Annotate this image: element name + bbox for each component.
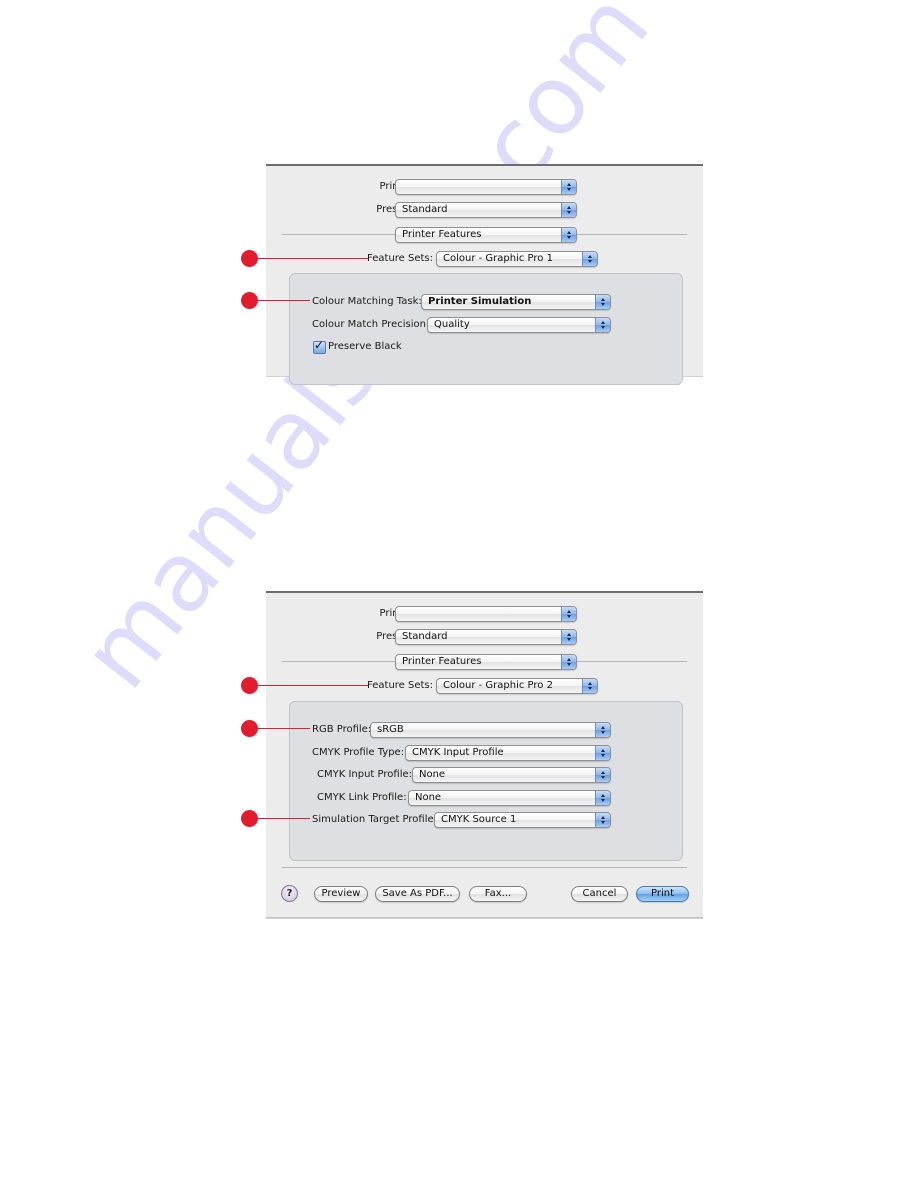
rgb-profile-popup[interactable]: sRGB xyxy=(370,722,611,738)
separator xyxy=(577,234,687,235)
popup-arrows-icon xyxy=(595,295,610,309)
save-as-pdf-button[interactable]: Save As PDF... xyxy=(375,886,460,902)
preserve-black-label: Preserve Black xyxy=(328,341,402,352)
popup-arrows-icon xyxy=(561,203,576,217)
presets-popup[interactable]: Standard xyxy=(395,202,577,218)
help-button[interactable]: ? xyxy=(281,885,298,902)
feature-sets-label: Feature Sets: xyxy=(367,253,433,264)
printer-popup[interactable] xyxy=(395,179,577,195)
feature-sets-label: Feature Sets: xyxy=(367,680,433,691)
feature-sets-popup[interactable]: Colour - Graphic Pro 1 xyxy=(436,251,598,267)
popup-arrows-icon xyxy=(595,791,610,805)
preview-button[interactable]: Preview xyxy=(314,886,368,902)
cmyk-profile-type-label: CMYK Profile Type: xyxy=(312,747,405,758)
fax-button[interactable]: Fax... xyxy=(469,886,527,902)
separator xyxy=(282,234,395,235)
popup-arrows-icon xyxy=(595,813,610,827)
cancel-button[interactable]: Cancel xyxy=(571,886,628,902)
simulation-target-profile-label: Simulation Target Profile: xyxy=(312,814,438,825)
colour-match-precision-popup[interactable]: Quality xyxy=(427,317,611,333)
separator xyxy=(282,661,395,662)
popup-arrows-icon xyxy=(595,723,610,737)
popup-arrows-icon xyxy=(595,768,610,782)
popup-arrows-icon xyxy=(561,228,576,242)
popup-arrows-icon xyxy=(561,655,576,669)
cmyk-profile-type-popup[interactable]: CMYK Input Profile xyxy=(405,745,611,761)
cmyk-link-profile-label: CMYK Link Profile: xyxy=(317,792,407,803)
popup-arrows-icon xyxy=(582,252,597,266)
colour-match-precision-label: Colour Match Precision: xyxy=(312,319,430,330)
popup-arrows-icon xyxy=(595,318,610,332)
colour-matching-task-label: Colour Matching Task: xyxy=(312,296,422,307)
colour-matching-task-popup[interactable]: Printer Simulation xyxy=(421,294,611,310)
callout-line xyxy=(255,258,368,259)
callout-line xyxy=(255,685,368,686)
callout-line xyxy=(255,300,310,301)
printer-popup[interactable] xyxy=(395,606,577,622)
separator xyxy=(577,661,687,662)
cmyk-link-profile-popup[interactable]: None xyxy=(408,790,611,806)
cmyk-input-profile-label: CMYK Input Profile: xyxy=(317,769,412,780)
pane-popup[interactable]: Printer Features xyxy=(395,654,577,670)
presets-popup[interactable]: Standard xyxy=(395,629,577,645)
popup-arrows-icon xyxy=(561,180,576,194)
simulation-target-profile-popup[interactable]: CMYK Source 1 xyxy=(434,812,611,828)
popup-arrows-icon xyxy=(582,679,597,693)
pane-popup[interactable]: Printer Features xyxy=(395,227,577,243)
print-dialog-graphic-pro-1: Printer: Presets: Standard Printer Featu… xyxy=(266,164,703,385)
feature-sets-popup[interactable]: Colour - Graphic Pro 2 xyxy=(436,678,598,694)
popup-arrows-icon xyxy=(595,746,610,760)
callout-line xyxy=(255,818,310,819)
popup-arrows-icon xyxy=(561,607,576,621)
rgb-profile-label: RGB Profile: xyxy=(312,724,372,735)
preserve-black-checkbox[interactable] xyxy=(313,338,326,354)
separator xyxy=(282,867,687,868)
cmyk-input-profile-popup[interactable]: None xyxy=(412,767,611,783)
print-button[interactable]: Print xyxy=(636,886,689,902)
print-dialog-graphic-pro-2: Printer: Presets: Standard Printer Featu… xyxy=(266,591,703,918)
callout-line xyxy=(255,728,310,729)
popup-arrows-icon xyxy=(561,630,576,644)
